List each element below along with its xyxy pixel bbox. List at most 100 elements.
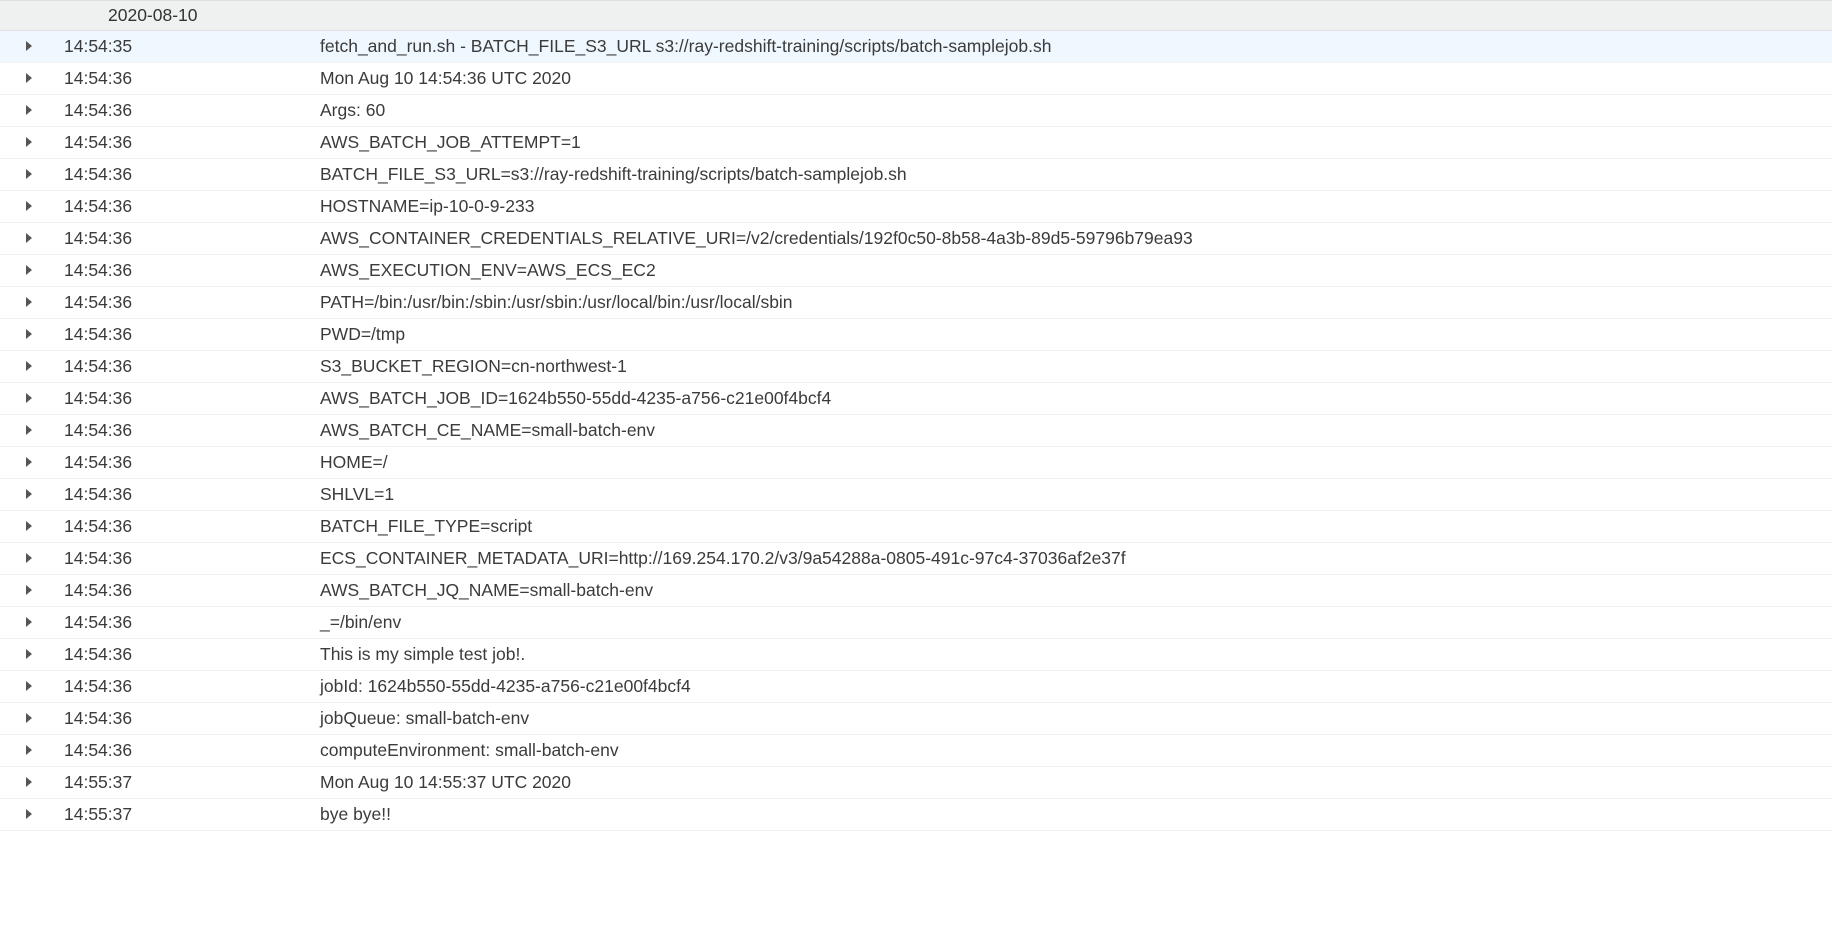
log-row[interactable]: 14:55:37bye bye!! [0, 799, 1832, 831]
expand-toggle[interactable] [0, 255, 44, 287]
log-timestamp: 14:55:37 [44, 799, 320, 831]
expand-toggle[interactable] [0, 287, 44, 319]
log-timestamp: 14:54:36 [44, 319, 320, 351]
log-message: AWS_EXECUTION_ENV=AWS_ECS_EC2 [320, 255, 1832, 287]
expand-toggle[interactable] [0, 639, 44, 671]
expand-toggle[interactable] [0, 159, 44, 191]
expand-toggle[interactable] [0, 543, 44, 575]
expand-toggle[interactable] [0, 351, 44, 383]
log-row[interactable]: 14:54:36AWS_BATCH_JQ_NAME=small-batch-en… [0, 575, 1832, 607]
log-row[interactable]: 14:54:35fetch_and_run.sh - BATCH_FILE_S3… [0, 31, 1832, 63]
date-header-text: 2020-08-10 [44, 1, 1832, 31]
log-message: Args: 60 [320, 95, 1832, 127]
log-timestamp: 14:54:36 [44, 639, 320, 671]
log-timestamp: 14:54:36 [44, 287, 320, 319]
log-message: jobId: 1624b550-55dd-4235-a756-c21e00f4b… [320, 671, 1832, 703]
log-row[interactable]: 14:54:36S3_BUCKET_REGION=cn-northwest-1 [0, 351, 1832, 383]
log-timestamp: 14:54:36 [44, 255, 320, 287]
date-header-row: 2020-08-10 [0, 1, 1832, 31]
log-timestamp: 14:54:36 [44, 575, 320, 607]
log-timestamp: 14:54:36 [44, 191, 320, 223]
expand-toggle[interactable] [0, 447, 44, 479]
log-row[interactable]: 14:54:36Args: 60 [0, 95, 1832, 127]
chevron-right-icon [26, 809, 32, 819]
log-timestamp: 14:55:37 [44, 767, 320, 799]
log-row[interactable]: 14:54:36AWS_EXECUTION_ENV=AWS_ECS_EC2 [0, 255, 1832, 287]
log-message: Mon Aug 10 14:54:36 UTC 2020 [320, 63, 1832, 95]
log-message: AWS_BATCH_JOB_ID=1624b550-55dd-4235-a756… [320, 383, 1832, 415]
log-row[interactable]: 14:54:36jobId: 1624b550-55dd-4235-a756-c… [0, 671, 1832, 703]
log-timestamp: 14:54:36 [44, 447, 320, 479]
log-table-body: 2020-08-10 14:54:35fetch_and_run.sh - BA… [0, 1, 1832, 831]
expand-toggle[interactable] [0, 671, 44, 703]
expand-toggle[interactable] [0, 575, 44, 607]
log-timestamp: 14:54:35 [44, 31, 320, 63]
log-row[interactable]: 14:55:37Mon Aug 10 14:55:37 UTC 2020 [0, 767, 1832, 799]
chevron-right-icon [26, 265, 32, 275]
chevron-right-icon [26, 297, 32, 307]
log-row[interactable]: 14:54:36_=/bin/env [0, 607, 1832, 639]
log-timestamp: 14:54:36 [44, 63, 320, 95]
expand-toggle[interactable] [0, 95, 44, 127]
expand-toggle[interactable] [0, 415, 44, 447]
chevron-right-icon [26, 425, 32, 435]
log-timestamp: 14:54:36 [44, 159, 320, 191]
log-message: AWS_BATCH_JOB_ATTEMPT=1 [320, 127, 1832, 159]
expand-toggle[interactable] [0, 191, 44, 223]
log-message: BATCH_FILE_S3_URL=s3://ray-redshift-trai… [320, 159, 1832, 191]
log-timestamp: 14:54:36 [44, 607, 320, 639]
expand-toggle[interactable] [0, 127, 44, 159]
log-timestamp: 14:54:36 [44, 95, 320, 127]
chevron-right-icon [26, 73, 32, 83]
expand-toggle[interactable] [0, 479, 44, 511]
log-message: AWS_CONTAINER_CREDENTIALS_RELATIVE_URI=/… [320, 223, 1832, 255]
chevron-right-icon [26, 745, 32, 755]
log-row[interactable]: 14:54:36AWS_BATCH_JOB_ID=1624b550-55dd-4… [0, 383, 1832, 415]
log-timestamp: 14:54:36 [44, 479, 320, 511]
expand-toggle[interactable] [0, 223, 44, 255]
log-row[interactable]: 14:54:36AWS_BATCH_CE_NAME=small-batch-en… [0, 415, 1832, 447]
log-row[interactable]: 14:54:36jobQueue: small-batch-env [0, 703, 1832, 735]
expand-toggle[interactable] [0, 735, 44, 767]
expand-toggle[interactable] [0, 319, 44, 351]
log-row[interactable]: 14:54:36HOSTNAME=ip-10-0-9-233 [0, 191, 1832, 223]
chevron-right-icon [26, 105, 32, 115]
log-message: S3_BUCKET_REGION=cn-northwest-1 [320, 351, 1832, 383]
expand-toggle[interactable] [0, 511, 44, 543]
log-message: PATH=/bin:/usr/bin:/sbin:/usr/sbin:/usr/… [320, 287, 1832, 319]
log-row[interactable]: 14:54:36SHLVL=1 [0, 479, 1832, 511]
log-row[interactable]: 14:54:36computeEnvironment: small-batch-… [0, 735, 1832, 767]
log-message: SHLVL=1 [320, 479, 1832, 511]
log-row[interactable]: 14:54:36ECS_CONTAINER_METADATA_URI=http:… [0, 543, 1832, 575]
log-row[interactable]: 14:54:36BATCH_FILE_TYPE=script [0, 511, 1832, 543]
log-row[interactable]: 14:54:36Mon Aug 10 14:54:36 UTC 2020 [0, 63, 1832, 95]
chevron-right-icon [26, 553, 32, 563]
log-timestamp: 14:54:36 [44, 223, 320, 255]
log-row[interactable]: 14:54:36PWD=/tmp [0, 319, 1832, 351]
chevron-right-icon [26, 41, 32, 51]
log-row[interactable]: 14:54:36HOME=/ [0, 447, 1832, 479]
log-message: jobQueue: small-batch-env [320, 703, 1832, 735]
chevron-right-icon [26, 617, 32, 627]
log-message: BATCH_FILE_TYPE=script [320, 511, 1832, 543]
expand-toggle[interactable] [0, 63, 44, 95]
chevron-right-icon [26, 137, 32, 147]
expand-toggle[interactable] [0, 383, 44, 415]
chevron-right-icon [26, 521, 32, 531]
log-row[interactable]: 14:54:36PATH=/bin:/usr/bin:/sbin:/usr/sb… [0, 287, 1832, 319]
date-header-spacer [0, 1, 44, 31]
log-row[interactable]: 14:54:36This is my simple test job!. [0, 639, 1832, 671]
expand-toggle[interactable] [0, 703, 44, 735]
expand-toggle[interactable] [0, 31, 44, 63]
log-message: AWS_BATCH_CE_NAME=small-batch-env [320, 415, 1832, 447]
log-timestamp: 14:54:36 [44, 415, 320, 447]
log-row[interactable]: 14:54:36BATCH_FILE_S3_URL=s3://ray-redsh… [0, 159, 1832, 191]
log-row[interactable]: 14:54:36AWS_CONTAINER_CREDENTIALS_RELATI… [0, 223, 1832, 255]
expand-toggle[interactable] [0, 799, 44, 831]
chevron-right-icon [26, 649, 32, 659]
log-row[interactable]: 14:54:36AWS_BATCH_JOB_ATTEMPT=1 [0, 127, 1832, 159]
expand-toggle[interactable] [0, 767, 44, 799]
log-timestamp: 14:54:36 [44, 351, 320, 383]
log-message: computeEnvironment: small-batch-env [320, 735, 1832, 767]
expand-toggle[interactable] [0, 607, 44, 639]
